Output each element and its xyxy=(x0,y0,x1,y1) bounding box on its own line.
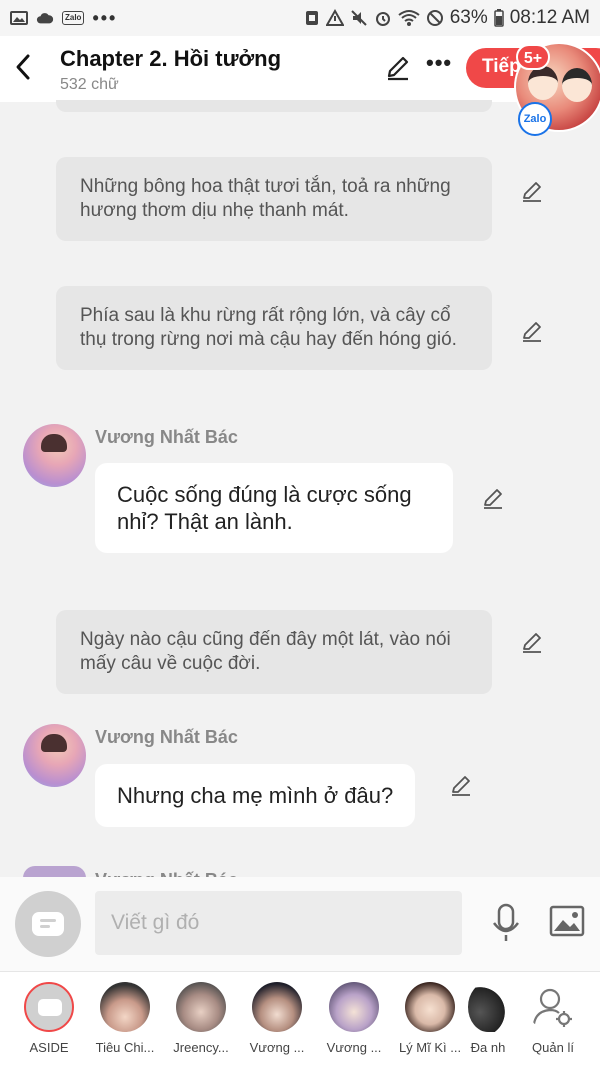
avatar xyxy=(100,982,150,1032)
speaker-avatar[interactable] xyxy=(23,724,86,787)
edit-line-icon[interactable] xyxy=(520,320,544,344)
narration-bubble[interactable]: Những bông hoa thật tươi tắn, toả ra nhữ… xyxy=(56,157,492,241)
chapter-title: Chapter 2. Hồi tưởng xyxy=(60,46,282,71)
zalo-notification-icon: Zalo xyxy=(62,11,85,25)
tray-item-character[interactable]: Jreency... xyxy=(164,982,238,1055)
manage-characters-icon xyxy=(528,982,578,1032)
aside-mode-button[interactable] xyxy=(15,891,81,957)
more-options-icon[interactable]: ••• xyxy=(426,50,452,76)
tray-item-label: Đa nh xyxy=(470,1040,506,1055)
clock: 08:12 AM xyxy=(509,7,590,28)
tray-item-label: Quản lí xyxy=(532,1040,574,1055)
battery-percent: 63% xyxy=(449,7,488,28)
tray-item-label: Jreency... xyxy=(173,1040,229,1055)
word-count: 532 chữ xyxy=(60,76,119,93)
zalo-app-icon: Zalo xyxy=(518,102,552,136)
tray-item-aside[interactable]: ASIDE xyxy=(12,982,86,1055)
avatar xyxy=(176,982,226,1032)
status-bar: Zalo ••• 63% 08:12 AM xyxy=(0,0,600,36)
edit-line-icon[interactable] xyxy=(520,180,544,204)
character-tray: ASIDE Tiêu Chi... Jreency... Vương ... V… xyxy=(0,971,600,1067)
warning-icon xyxy=(325,9,344,26)
tray-item-label: Vương ... xyxy=(249,1040,305,1055)
more-notifications-icon: ••• xyxy=(92,7,118,28)
tray-item-character[interactable]: Đa nh xyxy=(468,982,508,1055)
avatar xyxy=(329,982,379,1032)
data-saver-icon xyxy=(305,11,318,25)
edit-line-icon[interactable] xyxy=(449,774,473,798)
alarm-icon xyxy=(375,12,390,26)
battery-icon xyxy=(493,9,504,27)
chat-head-avatar-2 xyxy=(562,68,592,102)
narration-bubble-partial xyxy=(56,100,492,112)
tray-item-manage[interactable]: Quản lí xyxy=(516,982,590,1055)
chat-head-unread-badge: 5+ xyxy=(516,44,550,70)
tray-item-character[interactable]: Lý Mĩ Kì ... xyxy=(393,982,467,1055)
message-input[interactable] xyxy=(95,891,462,955)
gallery-icon xyxy=(10,11,28,25)
dialogue-bubble[interactable]: Nhưng cha mẹ mình ở đâu? xyxy=(95,764,416,827)
tray-item-label: Tiêu Chi... xyxy=(95,1040,155,1055)
cloud-icon xyxy=(36,13,54,24)
edit-chapter-icon[interactable] xyxy=(384,54,412,82)
narration-bubble[interactable]: Phía sau là khu rừng rất rộng lớn, và câ… xyxy=(56,286,492,370)
message-composer xyxy=(0,877,600,971)
image-icon[interactable] xyxy=(549,905,585,937)
edit-line-icon[interactable] xyxy=(520,631,544,655)
aside-avatar xyxy=(24,982,74,1032)
microphone-icon[interactable] xyxy=(490,903,522,943)
tray-item-label: Lý Mĩ Kì ... xyxy=(398,1040,462,1055)
mute-icon xyxy=(350,10,367,26)
chat-bubble-icon xyxy=(38,999,62,1016)
speaker-name: Vương Nhất Bác xyxy=(95,727,238,747)
wifi-icon xyxy=(398,10,420,26)
narration-bubble[interactable]: Ngày nào cậu cũng đến đây một lát, vào n… xyxy=(56,610,492,694)
dialogue-bubble[interactable]: Cuộc sống đúng là cược sống nhỉ? Thật an… xyxy=(95,463,453,553)
do-not-disturb-icon xyxy=(426,10,443,26)
chat-bubble-icon xyxy=(32,912,64,936)
avatar xyxy=(252,982,302,1032)
tray-item-label: Vương ... xyxy=(326,1040,382,1055)
tray-item-character[interactable]: Tiêu Chi... xyxy=(88,982,162,1055)
chapter-header: Chapter 2. Hồi tưởng 532 chữ ••• Tiếp xyxy=(0,36,600,102)
tray-item-label: ASIDE xyxy=(29,1040,69,1055)
avatar xyxy=(468,982,508,1032)
speaker-avatar[interactable] xyxy=(23,424,86,487)
avatar xyxy=(405,982,455,1032)
tray-item-character[interactable]: Vương ... xyxy=(317,982,391,1055)
speaker-name: Vương Nhất Bác xyxy=(95,427,238,447)
back-arrow-icon[interactable] xyxy=(12,52,36,82)
tray-item-character[interactable]: Vương ... xyxy=(240,982,314,1055)
edit-line-icon[interactable] xyxy=(481,487,505,511)
